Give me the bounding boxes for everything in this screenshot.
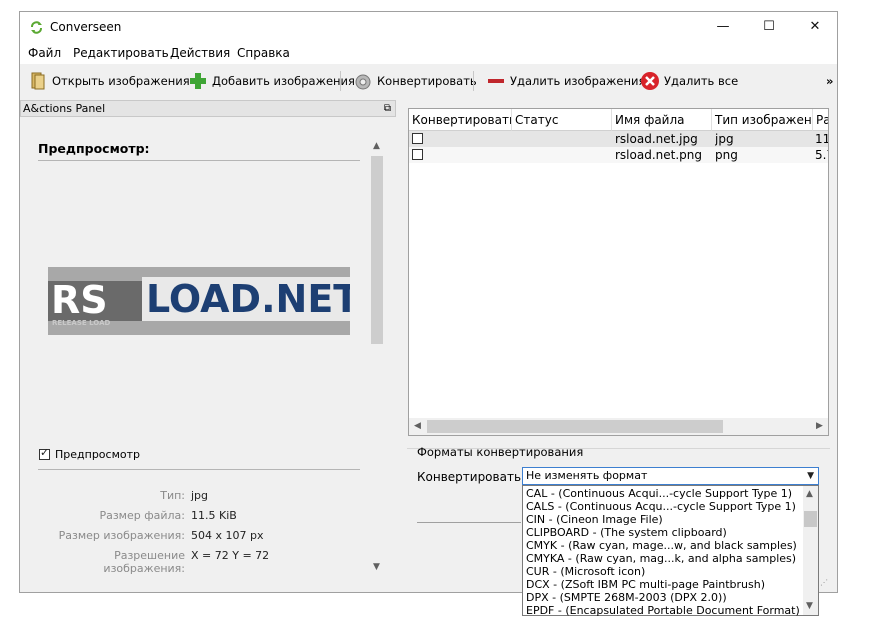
remove-images-label: Удалить изображения — [510, 74, 646, 88]
menu-file[interactable]: Файл — [28, 46, 61, 60]
remove-images-button[interactable]: Удалить изображения — [486, 69, 645, 93]
toolbar-separator — [473, 71, 474, 91]
info-filesize-value: 11.5 KiB — [191, 509, 237, 522]
row-filename: rsload.net.png — [615, 148, 702, 162]
scroll-left-icon[interactable]: ◀ — [414, 421, 421, 431]
dropdown-option[interactable]: DPX - (SMPTE 268M-2003 (DPX 2.0)) — [526, 591, 727, 604]
info-resolution-value: X = 72 Y = 72 — [191, 549, 270, 562]
scroll-up-icon[interactable]: ▲ — [373, 141, 380, 151]
row-convert-checkbox[interactable] — [412, 133, 423, 144]
row-type: jpg — [715, 132, 734, 146]
info-type-label: Тип: — [160, 489, 185, 502]
column-header-type[interactable]: Тип изображени — [712, 109, 813, 131]
convert-label: Конвертировать — [377, 74, 477, 88]
column-header-convert[interactable]: Конвертировать — [409, 109, 512, 131]
close-button[interactable]: ✕ — [792, 12, 838, 42]
dropdown-scrollbar[interactable]: ▲ ▼ — [803, 486, 818, 615]
chevron-down-icon: ▼ — [807, 471, 814, 481]
column-header-size[interactable]: Ра — [813, 109, 828, 131]
row-size: 11. — [815, 132, 828, 146]
toolbar-separator — [340, 71, 341, 91]
info-type-value: jpg — [191, 489, 209, 502]
logo-subtitle: RELEASE LOAD — [52, 319, 111, 327]
menu-edit[interactable]: Редактировать — [73, 46, 169, 60]
menu-help[interactable]: Справка — [237, 46, 290, 60]
minus-icon — [486, 71, 506, 91]
table-row[interactable]: rsload.net.png png 5.7 — [409, 147, 828, 163]
main-window: Converseen — ☐ ✕ Файл Редактировать Дейс… — [19, 11, 838, 617]
open-images-button[interactable]: Открыть изображения — [28, 69, 190, 93]
preview-checkbox-label: Предпросмотр — [55, 448, 140, 461]
table-horizontal-scrollbar[interactable]: ◀ ▶ — [409, 418, 828, 435]
dropdown-option[interactable]: CMYKA - (Raw cyan, mag...k, and alpha sa… — [526, 552, 796, 565]
image-list-table[interactable]: Конвертировать Статус Имя файла Тип изоб… — [408, 108, 829, 436]
hscroll-thumb[interactable] — [427, 420, 723, 433]
gear-icon — [353, 71, 373, 91]
title-bar: Converseen — ☐ ✕ — [20, 12, 837, 42]
scroll-down-icon[interactable]: ▼ — [806, 601, 813, 611]
column-header-status[interactable]: Статус — [512, 109, 612, 131]
row-type: png — [715, 148, 738, 162]
info-filesize-label: Размер файла: — [99, 509, 185, 522]
preview-scrollbar[interactable]: ▲ ▼ — [370, 134, 384, 578]
scroll-up-icon[interactable]: ▲ — [806, 489, 813, 499]
row-filename: rsload.net.jpg — [615, 132, 698, 146]
toolbar-overflow-button[interactable]: » — [826, 69, 833, 93]
format-select-value: Не изменять формат — [526, 469, 648, 482]
dropdown-scroll-thumb[interactable] — [804, 511, 817, 527]
open-images-label: Открыть изображения — [52, 74, 190, 88]
preview-checkbox[interactable] — [39, 446, 50, 460]
logo-text-rs: RS — [51, 278, 108, 322]
scroll-right-icon[interactable]: ▶ — [816, 421, 823, 431]
actions-panel-title-bar: A&ctions Panel ⧉ — [20, 100, 396, 117]
info-resolution-label: Разрешение изображения: — [103, 549, 185, 575]
convert-button[interactable]: Конвертировать — [353, 69, 477, 93]
preview-image: RS LOAD.NET RELEASE LOAD — [48, 267, 350, 335]
row-convert-checkbox[interactable] — [412, 149, 423, 160]
divider — [38, 160, 360, 161]
divider — [38, 469, 360, 470]
toolbar: Открыть изображения Добавить изображения… — [20, 65, 837, 97]
minimize-button[interactable]: — — [700, 12, 746, 42]
format-select[interactable]: Не изменять формат ▼ — [522, 467, 819, 485]
dropdown-option[interactable]: CALS - (Continuous Acqu...-cycle Support… — [526, 500, 796, 513]
convert-to-label: Конвертировать в: — [417, 470, 536, 484]
info-dimensions-label: Размер изображения: — [58, 529, 185, 542]
resize-grip-icon[interactable]: ⋰ — [820, 578, 828, 587]
add-images-button[interactable]: Добавить изображения — [188, 69, 355, 93]
divider — [417, 522, 521, 523]
plus-icon — [188, 71, 208, 91]
dropdown-option[interactable]: CAL - (Continuous Acqui...-cycle Support… — [526, 487, 792, 500]
menu-actions[interactable]: Действия — [170, 46, 230, 60]
remove-all-button[interactable]: Удалить все — [640, 69, 738, 93]
scroll-thumb[interactable] — [371, 156, 383, 344]
remove-all-label: Удалить все — [664, 74, 739, 88]
preview-heading: Предпросмотр: — [38, 141, 150, 156]
row-size: 5.7 — [815, 148, 828, 162]
dropdown-option[interactable]: CUR - (Microsoft icon) — [526, 565, 645, 578]
menu-bar: Файл Редактировать Действия Справка — [20, 42, 837, 64]
formats-group-title: Форматы конвертирования — [417, 445, 584, 459]
dropdown-option[interactable]: DCX - (ZSoft IBM PC multi-page Paintbrus… — [526, 578, 765, 591]
column-header-filename[interactable]: Имя файла — [612, 109, 712, 131]
info-dimensions-value: 504 x 107 px — [191, 529, 264, 542]
actions-panel-title: A&ctions Panel — [23, 102, 106, 115]
folder-open-icon — [28, 71, 48, 91]
table-row[interactable]: rsload.net.jpg jpg 11. — [409, 131, 828, 147]
app-logo-icon — [31, 21, 42, 34]
window-title: Converseen — [50, 20, 122, 34]
dropdown-option[interactable]: CMYK - (Raw cyan, mage...w, and black sa… — [526, 539, 797, 552]
logo-text-net: LOAD.NET — [142, 277, 350, 321]
dropdown-option[interactable]: EPDF - (Encapsulated Portable Document F… — [526, 604, 800, 617]
undock-icon[interactable]: ⧉ — [384, 101, 391, 116]
scroll-down-icon[interactable]: ▼ — [373, 562, 380, 572]
maximize-button[interactable]: ☐ — [746, 12, 792, 42]
actions-panel: Предпросмотр: RS LOAD.NET RELEASE LOAD ▲… — [20, 117, 396, 581]
add-images-label: Добавить изображения — [212, 74, 355, 88]
delete-all-icon — [640, 71, 660, 91]
dropdown-option[interactable]: CLIPBOARD - (The system clipboard) — [526, 526, 727, 539]
dropdown-option[interactable]: CIN - (Cineon Image File) — [526, 513, 663, 526]
format-dropdown-list[interactable]: CAL - (Continuous Acqui...-cycle Support… — [522, 485, 819, 617]
